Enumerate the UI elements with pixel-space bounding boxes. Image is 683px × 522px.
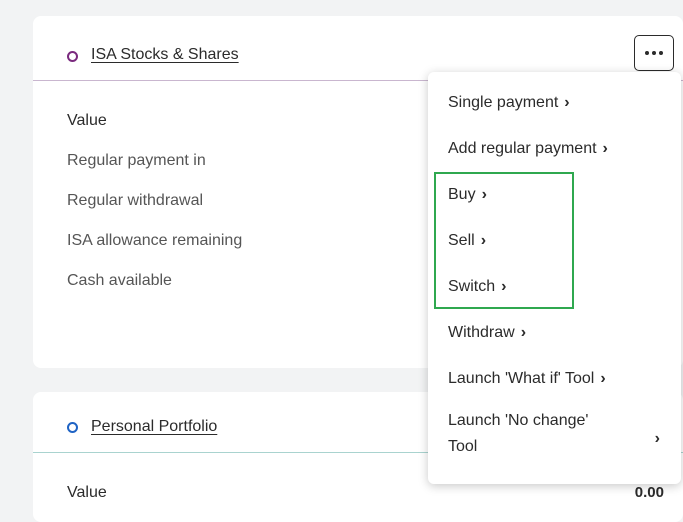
isa-status-ring-icon xyxy=(67,51,78,62)
chevron-right-icon: › xyxy=(480,232,487,249)
chevron-right-icon: › xyxy=(564,94,570,111)
menu-item-buy[interactable]: Buy › xyxy=(448,186,487,204)
menu-item-label: Buy xyxy=(448,186,476,203)
chevron-right-icon: › xyxy=(520,324,527,341)
chevron-right-icon: › xyxy=(481,186,487,203)
row-value-label: Value xyxy=(67,112,107,129)
menu-item-label-line1: Launch 'No change' xyxy=(448,412,589,429)
row-cash-available-label: Cash available xyxy=(67,272,172,289)
portfolio-title-link[interactable]: Personal Portfolio xyxy=(91,418,217,436)
menu-item-label: Add regular payment xyxy=(448,140,597,157)
menu-item-label: Switch xyxy=(448,278,496,295)
account-actions-menu: Single payment › Add regular payment › Buy… xyxy=(428,72,681,484)
menu-item-launch-no-change-tool[interactable]: Launch 'No change' Tool › xyxy=(448,412,668,464)
menu-item-label: Withdraw xyxy=(448,324,515,341)
chevron-right-icon: › xyxy=(600,370,606,387)
menu-item-withdraw[interactable]: Withdraw › xyxy=(448,324,526,342)
portfolio-value-amount: 0.00 xyxy=(634,484,664,501)
chevron-right-icon: › xyxy=(501,278,507,295)
menu-item-label-line2: Tool xyxy=(448,438,478,455)
menu-item-label: Sell xyxy=(448,232,475,249)
more-horizontal-icon xyxy=(645,51,649,55)
isa-account-title-link[interactable]: ISA Stocks & Shares xyxy=(91,46,239,64)
chevron-right-icon: › xyxy=(654,430,660,447)
row-isa-allowance-label: ISA allowance remaining xyxy=(67,232,243,249)
menu-item-add-regular-payment[interactable]: Add regular payment › xyxy=(448,140,608,158)
menu-item-label: Single payment xyxy=(448,94,559,111)
menu-item-launch-what-if-tool[interactable]: Launch 'What if' Tool › xyxy=(448,370,606,388)
more-horizontal-icon xyxy=(652,51,656,55)
more-options-button[interactable] xyxy=(634,35,674,71)
portfolio-status-ring-icon xyxy=(67,422,78,433)
row-regular-withdrawal-label: Regular withdrawal xyxy=(67,192,204,209)
menu-item-label: Launch 'What if' Tool xyxy=(448,370,595,387)
menu-item-sell[interactable]: Sell › xyxy=(448,232,486,250)
portfolio-value-label: Value xyxy=(67,484,107,501)
menu-item-single-payment[interactable]: Single payment › xyxy=(448,94,570,112)
chevron-right-icon: › xyxy=(602,140,608,157)
row-regular-payment-label: Regular payment in xyxy=(67,152,206,169)
menu-item-switch[interactable]: Switch › xyxy=(448,278,506,296)
more-horizontal-icon xyxy=(659,51,663,55)
